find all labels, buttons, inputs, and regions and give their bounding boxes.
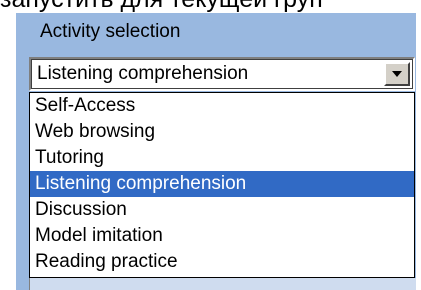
activity-dropdown-list: Self-Access Web browsing Tutoring Listen… <box>29 92 415 278</box>
list-item-self-access[interactable]: Self-Access <box>30 93 414 119</box>
activity-combobox[interactable]: Listening comprehension <box>29 57 415 91</box>
list-item-tutoring[interactable]: Tutoring <box>30 145 414 171</box>
panel-bottom-edge <box>29 278 416 290</box>
dropdown-button[interactable] <box>384 62 410 86</box>
list-item-model-imitation[interactable]: Model imitation <box>30 223 414 249</box>
activity-selection-label: Activity selection <box>40 21 181 42</box>
partial-header-text: запустить для текущей груп <box>0 0 421 12</box>
list-item-web-browsing[interactable]: Web browsing <box>30 119 414 145</box>
activity-combobox-value: Listening comprehension <box>37 63 249 84</box>
list-item-reading-practice[interactable]: Reading practice <box>30 249 414 275</box>
list-item-listening-comprehension[interactable]: Listening comprehension <box>30 171 414 197</box>
list-item-discussion[interactable]: Discussion <box>30 197 414 223</box>
triangle-down-icon <box>392 71 402 77</box>
